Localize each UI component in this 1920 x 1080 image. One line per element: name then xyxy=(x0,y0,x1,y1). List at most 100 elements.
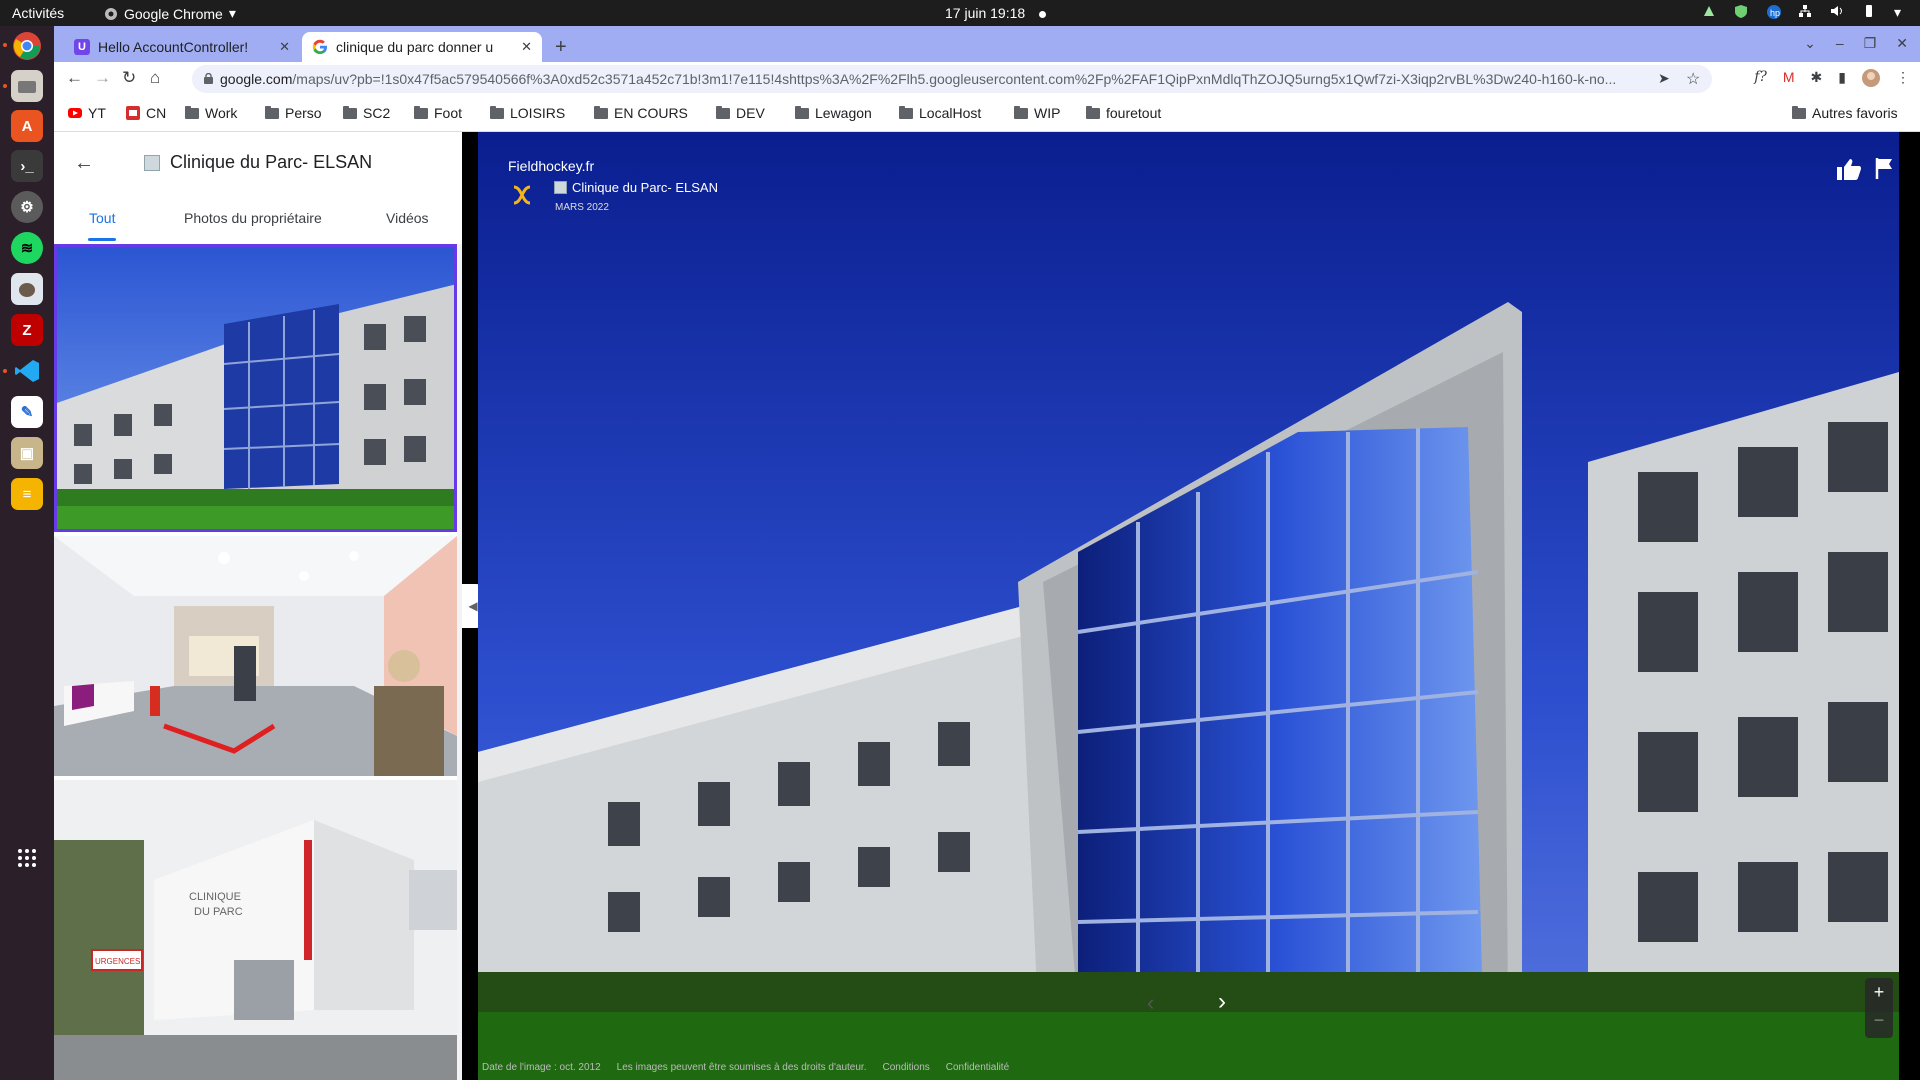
author-avatar-icon[interactable] xyxy=(509,182,535,208)
fx-extension-icon[interactable]: f? xyxy=(1754,69,1767,90)
tab-photos-proprietaire[interactable]: Photos du propriétaire xyxy=(184,210,322,226)
bookmark-folder-dev[interactable]: DEV xyxy=(716,105,765,121)
terminal-dock-icon[interactable]: ›_ xyxy=(11,150,43,182)
hospital-icon xyxy=(554,181,567,194)
tab-clinique-du-parc[interactable]: clinique du parc donner u ✕ xyxy=(302,32,542,62)
bookmark-folder-perso[interactable]: Perso xyxy=(265,105,322,121)
settings-dock-icon[interactable]: ⚙ xyxy=(11,191,43,223)
new-tab-button[interactable]: + xyxy=(555,36,567,59)
bookmark-label: WIP xyxy=(1034,105,1061,121)
tab-videos[interactable]: Vidéos xyxy=(386,210,429,226)
bookmark-folder-work[interactable]: Work xyxy=(185,105,237,121)
zoom-out-button[interactable]: − xyxy=(1865,1006,1893,1034)
volume-icon[interactable] xyxy=(1830,4,1844,18)
hp-icon[interactable]: hp xyxy=(1766,4,1781,19)
photo-grid: CLINIQUE DU PARC URGENCES xyxy=(54,244,462,1080)
address-bar[interactable]: google.com/maps/uv?pb=!1s0x47f5ac5795405… xyxy=(192,65,1712,93)
place-title: Clinique du Parc- ELSAN xyxy=(170,152,373,172)
folder-icon xyxy=(899,105,913,119)
dropdown-caret-icon: ▾ xyxy=(228,5,236,21)
network-icon[interactable] xyxy=(1702,4,1716,18)
restore-icon[interactable]: ❐ xyxy=(1864,35,1877,52)
bookmark-yt[interactable]: YT xyxy=(68,105,106,121)
back-arrow-icon[interactable]: ← xyxy=(74,152,94,175)
photo-thumbnail-reception[interactable] xyxy=(54,536,457,776)
app-menu[interactable]: Google Chrome ▾ xyxy=(104,5,236,22)
notification-dot xyxy=(1039,10,1047,18)
gmail-extension-icon[interactable]: M xyxy=(1783,69,1795,90)
minimize-icon[interactable]: – xyxy=(1836,35,1844,52)
battery-icon[interactable] xyxy=(1862,4,1876,18)
send-icon[interactable]: ➤ xyxy=(1658,70,1670,87)
bookmark-folder-fouretout[interactable]: fouretout xyxy=(1086,105,1161,121)
wired-network-icon[interactable] xyxy=(1798,4,1812,18)
app-name: Google Chrome xyxy=(124,5,223,22)
files-dock-icon[interactable] xyxy=(11,70,43,102)
bookmark-folder-en-cours[interactable]: EN COURS xyxy=(594,105,688,121)
close-tab-icon[interactable]: ✕ xyxy=(521,39,532,55)
photo-thumbnail-exterior[interactable] xyxy=(54,244,457,532)
bookmark-folder-sc2[interactable]: SC2 xyxy=(343,105,390,121)
forward-icon[interactable]: → xyxy=(94,68,111,88)
flag-icon[interactable] xyxy=(1875,157,1895,179)
chevron-left-icon[interactable]: ‹ xyxy=(1147,990,1154,1016)
star-icon[interactable]: ☆ xyxy=(1686,69,1700,89)
show-applications-icon[interactable] xyxy=(11,842,43,874)
close-tab-icon[interactable]: ✕ xyxy=(279,39,290,55)
folder-icon xyxy=(1086,105,1100,119)
extensions-icon[interactable]: ✱ xyxy=(1811,69,1823,90)
vscode-dock-icon[interactable] xyxy=(11,355,43,387)
avatar[interactable] xyxy=(1862,69,1880,90)
main-photo[interactable] xyxy=(478,132,1899,1080)
tab-hello-accountcontroller[interactable]: U Hello AccountController! ✕ xyxy=(64,32,300,62)
tab-tout[interactable]: Tout xyxy=(89,210,115,226)
bookmark-cn[interactable]: CN xyxy=(126,105,166,121)
tab-search-icon[interactable]: ⌄ xyxy=(1804,35,1816,52)
side-panel-icon[interactable]: ▮ xyxy=(1838,69,1846,90)
sidebar-scrollbar[interactable] xyxy=(457,244,462,1080)
zoom-in-button[interactable]: + xyxy=(1865,978,1893,1006)
terms-link[interactable]: Conditions xyxy=(883,1062,930,1073)
chevron-right-icon[interactable]: › xyxy=(1218,988,1226,1016)
bookmark-folder-foot[interactable]: Foot xyxy=(414,105,462,121)
bookmark-other-favorites[interactable]: Autres favoris xyxy=(1792,105,1898,121)
bookmarks-bar: YT CN Work Perso SC2 Foot LOISIRS EN COU… xyxy=(54,96,1920,132)
power-menu-icon[interactable]: ▾ xyxy=(1894,4,1908,20)
reload-icon[interactable]: ↻ xyxy=(122,68,136,88)
cn-favicon-icon xyxy=(126,106,140,120)
application-dock: A ›_ ⚙ ≋ Z ✎ ▣ ≡ xyxy=(0,26,54,1080)
bookmark-label: LOISIRS xyxy=(510,105,566,121)
archive-manager-dock-icon[interactable]: ▣ xyxy=(11,437,43,469)
back-icon[interactable]: ← xyxy=(66,68,83,88)
clock[interactable]: 17 juin 19:18 xyxy=(945,5,1047,21)
chrome-dock-icon[interactable] xyxy=(11,30,43,62)
notes-dock-icon[interactable]: ≡ xyxy=(11,478,43,510)
photo-author[interactable]: Fieldhockey.fr xyxy=(508,158,594,174)
gimp-dock-icon[interactable] xyxy=(11,273,43,305)
bookmark-folder-lewagon[interactable]: Lewagon xyxy=(795,105,872,121)
photo-place[interactable]: Clinique du Parc- ELSAN xyxy=(554,180,718,195)
svg-text:URGENCES: URGENCES xyxy=(95,957,140,966)
spotify-dock-icon[interactable]: ≋ xyxy=(11,232,43,264)
close-window-icon[interactable]: ✕ xyxy=(1896,35,1908,52)
bookmark-folder-wip[interactable]: WIP xyxy=(1014,105,1060,121)
bookmark-label: Perso xyxy=(285,105,322,121)
home-icon[interactable]: ⌂ xyxy=(150,68,160,88)
kebab-menu-icon[interactable]: ⋮ xyxy=(1896,69,1910,90)
photo-thumbnail-entrance[interactable]: CLINIQUE DU PARC URGENCES xyxy=(54,780,457,1080)
text-editor-dock-icon[interactable]: ✎ xyxy=(11,396,43,428)
bookmark-folder-loisirs[interactable]: LOISIRS xyxy=(490,105,565,121)
lock-icon[interactable] xyxy=(204,73,213,84)
privacy-link[interactable]: Confidentialité xyxy=(946,1062,1009,1073)
activities-button[interactable]: Activités xyxy=(12,5,64,21)
bookmark-folder-localhost[interactable]: LocalHost xyxy=(899,105,981,121)
filezilla-dock-icon[interactable]: Z xyxy=(11,314,43,346)
bookmark-label: DEV xyxy=(736,105,765,121)
thumbs-up-icon[interactable] xyxy=(1836,157,1862,181)
browser-tab-strip: U Hello AccountController! ✕ clinique du… xyxy=(54,26,1920,62)
copyright-notice: Les images peuvent être soumises à des d… xyxy=(616,1062,867,1073)
svg-text:CLINIQUE: CLINIQUE xyxy=(189,891,241,903)
shield-icon[interactable] xyxy=(1734,4,1748,18)
system-tray[interactable]: hp ▾ xyxy=(1702,4,1908,20)
software-center-dock-icon[interactable]: A xyxy=(11,110,43,142)
